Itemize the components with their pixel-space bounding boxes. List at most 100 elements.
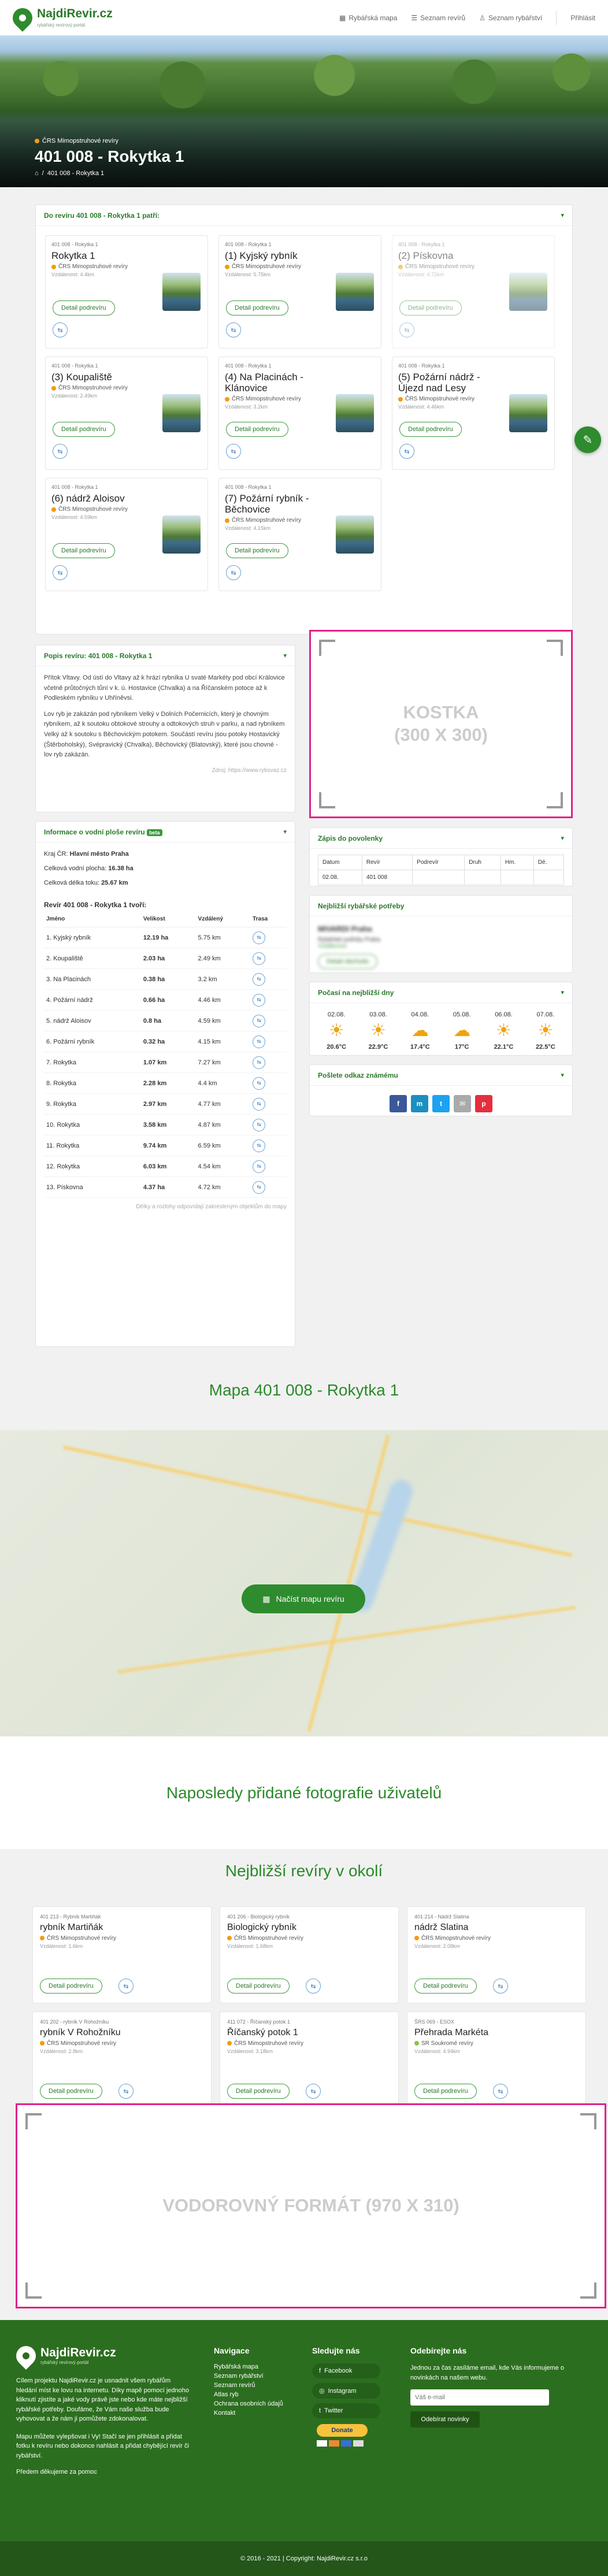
twitter-share-icon[interactable]: t — [432, 1095, 450, 1112]
chevron-down-icon[interactable]: ▾ — [283, 828, 287, 836]
nav-fishing-map[interactable]: ▦ Rybářská mapa — [339, 14, 397, 22]
card-photo[interactable] — [509, 394, 547, 432]
revir-card[interactable]: 401 206 - Biologický rybník Biologický ry… — [220, 1906, 399, 2003]
shop-card[interactable]: MIVARDI Praha Rybářské potřeby Praha Vzd… — [310, 916, 572, 977]
route-icon[interactable]: ⇆ — [53, 322, 68, 337]
revir-card[interactable]: 401 213 - Rybník Martiňák rybník Martiňák… — [32, 1906, 212, 2003]
card-photo[interactable] — [162, 273, 201, 311]
catch-cell[interactable]: 401 008 — [361, 870, 413, 885]
card-name[interactable]: rybník V Rohožníku — [40, 2028, 204, 2038]
card-name[interactable]: Říčanský potok 1 — [227, 2028, 391, 2038]
revir-card[interactable]: 401 008 - Rokytka 1 (4) Na Placinách - Kl… — [218, 357, 381, 470]
route-icon[interactable]: ⇆ — [226, 565, 241, 580]
facebook-share-icon[interactable]: f — [390, 1095, 407, 1112]
footer-nav-link[interactable]: Seznam rybářství — [214, 2373, 283, 2380]
card-name[interactable]: Biologický rybník — [227, 1922, 391, 1933]
route-icon[interactable]: ⇆ — [399, 444, 414, 459]
route-icon[interactable]: ⇆ — [253, 973, 266, 986]
revir-card[interactable]: 401 008 - Rokytka 1 (6) nádrž Aloisov ČRS … — [45, 478, 208, 591]
nav-login[interactable]: Přihlásit — [570, 14, 595, 22]
route-icon[interactable]: ⇆ — [493, 2084, 508, 2099]
route-icon[interactable]: ⇆ — [306, 1979, 321, 1994]
instagram-link[interactable]: ◎ Instagram — [312, 2383, 380, 2399]
catch-cell[interactable] — [464, 870, 501, 885]
route-icon[interactable]: ⇆ — [493, 1979, 508, 1994]
route-icon[interactable]: ⇆ — [253, 993, 266, 1007]
email-field[interactable] — [410, 2389, 549, 2406]
load-map-button[interactable]: ▦ Načíst mapu revíru — [242, 1584, 365, 1613]
footer-nav-link[interactable]: Kontakt — [214, 2410, 283, 2417]
card-name[interactable]: (5) Požární nádrž - Újezd nad Lesy — [398, 372, 499, 394]
chevron-down-icon[interactable]: ▾ — [561, 834, 564, 842]
route-icon[interactable]: ⇆ — [253, 1097, 266, 1111]
catch-cell[interactable] — [500, 870, 534, 885]
revir-card[interactable]: 401 008 - Rokytka 1 (1) Kyjský rybník ČRS … — [218, 235, 381, 348]
revir-card[interactable]: 401 008 - Rokytka 1 (5) Požární nádrž - Ú… — [392, 357, 555, 470]
twitter-link[interactable]: t Twitter — [312, 2403, 380, 2418]
revir-card[interactable]: ŠRS 069 - ESOX Přehrada Markéta SR Soukrom… — [407, 2011, 586, 2109]
chevron-down-icon[interactable]: ▾ — [561, 1071, 564, 1079]
revir-card[interactable]: 401 008 - Rokytka 1 (7) Požární rybník - … — [218, 478, 381, 591]
footer-logo[interactable]: NajdiRevir.cz rybářský revírový portál — [12, 2341, 190, 2370]
card-name[interactable]: (3) Koupaliště — [51, 372, 153, 383]
card-photo[interactable] — [162, 394, 201, 432]
revir-card[interactable]: 401 202 - rybník V Rohožníku rybník V Roh… — [32, 2011, 212, 2109]
card-name[interactable]: rybník Martiňák — [40, 1922, 204, 1933]
card-photo[interactable] — [509, 273, 547, 311]
detail-button[interactable]: Detail podrevíru — [227, 1979, 290, 1994]
card-name[interactable]: (4) Na Placinách - Klánovice — [225, 372, 326, 394]
detail-button[interactable]: Detail podrevíru — [226, 300, 288, 315]
revir-card[interactable]: 411 072 - Říčanský potok 1 Říčanský potok… — [220, 2011, 399, 2109]
card-name[interactable]: (7) Požární rybník - Běchovice — [225, 493, 326, 515]
card-photo[interactable] — [336, 515, 374, 554]
detail-button[interactable]: Detail podrevíru — [53, 422, 115, 437]
route-icon[interactable]: ⇆ — [53, 565, 68, 580]
route-icon[interactable]: ⇆ — [118, 2084, 134, 2099]
revir-card[interactable]: 401 214 - Nádrž Slatina nádrž Slatina ČRS … — [407, 1906, 586, 2003]
footer-nav-link[interactable]: Seznam revírů — [214, 2382, 283, 2389]
route-icon[interactable]: ⇆ — [253, 1139, 266, 1152]
catch-cell[interactable] — [412, 870, 465, 885]
description-source[interactable]: Zdroj: https://www.rybsvaz.cz — [44, 766, 287, 775]
card-name[interactable]: Rokytka 1 — [51, 250, 153, 261]
detail-button[interactable]: Detail podrevíru — [399, 300, 462, 315]
route-icon[interactable]: ⇆ — [226, 322, 241, 337]
chevron-down-icon[interactable]: ▾ — [283, 652, 287, 659]
card-photo[interactable] — [162, 515, 201, 554]
route-icon[interactable]: ⇆ — [53, 444, 68, 459]
revir-card[interactable]: 401 008 - Rokytka 1 (3) Koupaliště ČRS Mim… — [45, 357, 208, 470]
card-name[interactable]: (2) Pískovna — [398, 250, 499, 261]
detail-button[interactable]: Detail podrevíru — [226, 543, 288, 558]
route-icon[interactable]: ⇆ — [306, 2084, 321, 2099]
chevron-down-icon[interactable]: ▾ — [561, 989, 564, 996]
route-icon[interactable]: ⇆ — [226, 444, 241, 459]
subscribe-button[interactable]: Odebírat novinky — [410, 2411, 480, 2427]
card-name[interactable]: nádrž Slatina — [414, 1922, 579, 1933]
route-icon[interactable]: ⇆ — [253, 931, 266, 944]
ad-wide[interactable]: VODOROVNÝ FORMÁT (970 X 310) — [16, 2103, 606, 2308]
route-icon[interactable]: ⇆ — [253, 1160, 266, 1173]
donate-button[interactable]: Donate — [317, 2424, 368, 2437]
catch-cell[interactable]: 02.08. — [318, 870, 362, 885]
catch-cell[interactable] — [533, 870, 565, 885]
detail-button[interactable]: Detail podrevíru — [227, 2084, 290, 2099]
email-share-icon[interactable]: ✉ — [454, 1095, 471, 1112]
edit-fab-button[interactable]: ✎ — [574, 426, 601, 453]
route-icon[interactable]: ⇆ — [399, 322, 414, 337]
detail-button[interactable]: Detail podrevíru — [414, 1979, 477, 1994]
footer-nav-link[interactable]: Rybářská mapa — [214, 2363, 283, 2370]
card-photo[interactable] — [336, 273, 374, 311]
detail-button[interactable]: Detail podrevíru — [399, 422, 462, 437]
card-name[interactable]: Přehrada Markéta — [414, 2028, 579, 2038]
revir-card[interactable]: 401 008 - Rokytka 1 Rokytka 1 ČRS Mimopstr… — [45, 235, 208, 348]
chevron-down-icon[interactable]: ▾ — [561, 211, 564, 219]
footer-nav-link[interactable]: Ochrana osobních údajů — [214, 2400, 283, 2407]
route-icon[interactable]: ⇆ — [253, 1056, 266, 1069]
route-icon[interactable]: ⇆ — [253, 1181, 266, 1194]
messenger-share-icon[interactable]: m — [411, 1095, 428, 1112]
site-logo[interactable]: NajdiRevir.cz rybářský revírový portál — [8, 3, 113, 32]
facebook-link[interactable]: f Facebook — [312, 2363, 380, 2378]
card-name[interactable]: (6) nádrž Aloisov — [51, 493, 153, 504]
route-icon[interactable]: ⇆ — [253, 1014, 266, 1027]
revir-card[interactable]: 401 008 - Rokytka 1 (2) Pískovna ČRS Mimop… — [392, 235, 555, 348]
